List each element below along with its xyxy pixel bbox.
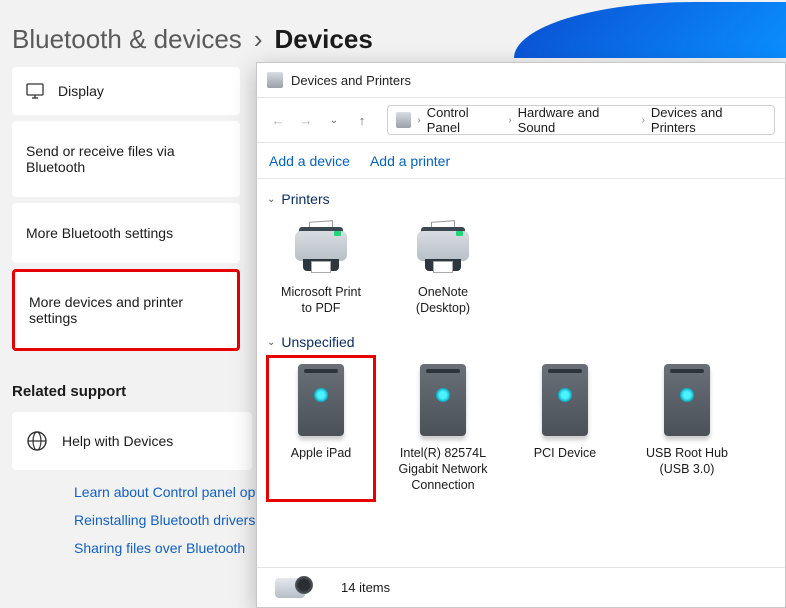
settings-item-label: Display <box>58 83 104 99</box>
printer-icon <box>411 221 475 281</box>
device-label: OneNote (Desktop) <box>397 285 489 316</box>
category-printers[interactable]: ⌄ Printers <box>267 187 775 213</box>
display-icon <box>26 83 44 99</box>
settings-item-display[interactable]: Display <box>12 67 240 115</box>
settings-item-send-receive[interactable]: Send or receive files via Bluetooth <box>12 121 240 197</box>
settings-item-label: More Bluetooth settings <box>26 225 173 241</box>
add-device-button[interactable]: Add a device <box>269 153 350 169</box>
status-text: 14 items <box>341 580 390 595</box>
device-icon <box>534 364 596 442</box>
settings-item-label: Send or receive files via Bluetooth <box>26 143 226 175</box>
category-label: Printers <box>281 191 329 207</box>
device-item-apple-ipad[interactable]: Apple iPad <box>271 360 371 497</box>
chevron-right-icon: › <box>508 115 511 126</box>
device-label: Microsoft Print to PDF <box>275 285 367 316</box>
up-button[interactable]: ↑ <box>351 109 373 131</box>
category-unspecified[interactable]: ⌄ Unspecified <box>267 330 775 356</box>
nav-bar: ← → ⌄ ↑ › Control Panel › Hardware and S… <box>257 97 785 143</box>
printer-icon <box>289 221 353 281</box>
status-bar: 14 items <box>257 567 785 607</box>
printer-item[interactable]: OneNote (Desktop) <box>393 217 493 320</box>
breadcrumb-current: Devices <box>274 24 372 55</box>
category-label: Unspecified <box>281 334 354 350</box>
toolbar: Add a device Add a printer <box>257 143 785 179</box>
device-icon <box>290 364 352 442</box>
unspecified-grid: Apple iPad Intel(R) 82574L Gigabit Netwo… <box>267 356 775 507</box>
devices-printers-icon <box>267 72 283 88</box>
help-with-devices[interactable]: Help with Devices <box>12 412 252 470</box>
printer-item[interactable]: Microsoft Print to PDF <box>271 217 371 320</box>
breadcrumb-sep: › <box>254 24 263 55</box>
device-label: Intel(R) 82574L Gigabit Network Connecti… <box>397 446 489 493</box>
add-printer-button[interactable]: Add a printer <box>370 153 450 169</box>
settings-item-label: More devices and printer settings <box>29 294 223 326</box>
back-button[interactable]: ← <box>267 109 289 131</box>
content-area: ⌄ Printers Microsoft Print to PDF OneNot… <box>257 179 785 567</box>
device-icon <box>412 364 474 442</box>
titlebar[interactable]: Devices and Printers <box>257 63 785 97</box>
device-item[interactable]: USB Root Hub (USB 3.0) <box>637 360 737 497</box>
nav-arrows: ← → ⌄ ↑ <box>267 109 373 131</box>
help-with-devices-label: Help with Devices <box>62 433 173 449</box>
device-item[interactable]: PCI Device <box>515 360 615 497</box>
device-item[interactable]: Intel(R) 82574L Gigabit Network Connecti… <box>393 360 493 497</box>
device-label: PCI Device <box>534 446 597 462</box>
addr-hardware-sound[interactable]: Hardware and Sound <box>518 105 636 135</box>
globe-icon <box>26 430 48 452</box>
forward-button[interactable]: → <box>295 109 317 131</box>
window-title: Devices and Printers <box>291 73 411 88</box>
addr-control-panel[interactable]: Control Panel <box>427 105 503 135</box>
recent-dropdown[interactable]: ⌄ <box>323 109 345 131</box>
addr-devices-printers[interactable]: Devices and Printers <box>651 105 766 135</box>
breadcrumb: Bluetooth & devices › Devices <box>0 0 520 67</box>
status-device-icon <box>271 574 323 602</box>
device-label: USB Root Hub (USB 3.0) <box>641 446 733 477</box>
chevron-right-icon: › <box>642 115 645 126</box>
address-bar[interactable]: › Control Panel › Hardware and Sound › D… <box>387 105 775 135</box>
breadcrumb-parent[interactable]: Bluetooth & devices <box>12 24 242 55</box>
desktop-background <box>514 2 786 58</box>
chevron-down-icon: ⌄ <box>267 194 275 205</box>
chevron-right-icon: › <box>417 115 420 126</box>
settings-item-more-devices-printers[interactable]: More devices and printer settings <box>12 269 240 351</box>
devices-printers-window: Devices and Printers ← → ⌄ ↑ › Control P… <box>256 62 786 608</box>
chevron-down-icon: ⌄ <box>267 337 275 348</box>
settings-list: Display Send or receive files via Blueto… <box>0 67 252 351</box>
device-icon <box>656 364 718 442</box>
addr-icon <box>396 112 411 128</box>
device-label: Apple iPad <box>291 446 351 462</box>
printers-grid: Microsoft Print to PDF OneNote (Desktop) <box>267 213 775 330</box>
settings-item-more-bluetooth[interactable]: More Bluetooth settings <box>12 203 240 263</box>
